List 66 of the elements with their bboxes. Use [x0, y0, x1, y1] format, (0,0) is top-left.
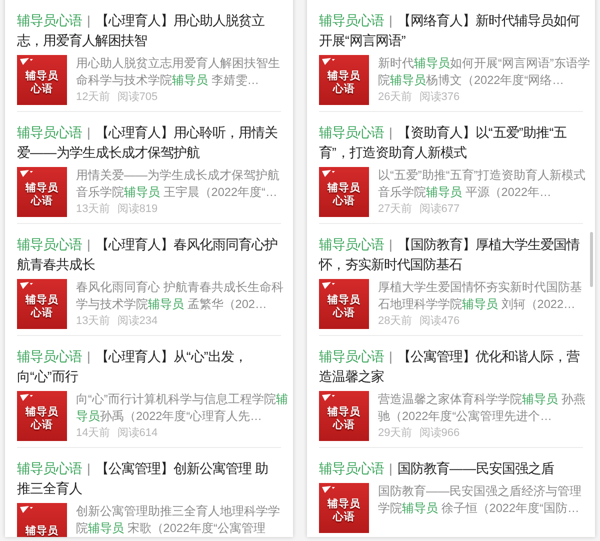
paper-plane-icon — [322, 394, 335, 402]
publish-time: 29天前 — [378, 426, 412, 440]
article-heading[interactable]: 辅导员心语 | 【公寓管理】创新公寓管理 助推三全育人 — [17, 459, 281, 499]
paper-plane-icon — [20, 506, 33, 514]
cover-text: 辅导员 — [26, 182, 58, 194]
publish-time: 14天前 — [76, 426, 110, 440]
cover-text: 辅导员 — [328, 70, 360, 82]
cover-text: 辅导员 — [328, 406, 360, 418]
article-summary: 国防教育——民安国强之盾经济与管理学院辅导员 徐子恒（2022年度“国防… — [378, 483, 583, 516]
article-summary: 用心助人脱贫立志用爱育人解困扶智生命科学与技术学院辅导员 李婧雯… — [76, 55, 281, 88]
article-summary: 用情关爱——为学生成长成才保驾护航音乐学院辅导员 王宇晨（2022年度“… — [76, 167, 281, 200]
cover-text: 心语 — [333, 83, 355, 96]
cover-text: 心语 — [333, 419, 355, 432]
cover-text: 心语 — [31, 83, 53, 96]
cover-text: 辅导员 — [26, 524, 58, 537]
paper-plane-icon — [322, 58, 335, 66]
read-count: 阅读376 — [419, 90, 460, 104]
paper-plane-icon — [20, 170, 33, 178]
publish-time: 26天前 — [378, 90, 412, 104]
article-heading[interactable]: 辅导员心语 | 【网络育人】新时代辅导员如何开展“网言网语” — [319, 11, 583, 51]
publish-time: 27天前 — [378, 202, 412, 216]
read-count: 阅读819 — [117, 202, 158, 216]
publish-time: 12天前 — [76, 90, 110, 104]
article-summary: 向“心”而行计算机科学与信息工程学院辅导员孙禹（2022年度“心理育人先… — [76, 391, 288, 424]
cover-text: 辅导员 — [26, 70, 58, 82]
read-count: 阅读234 — [117, 314, 158, 328]
read-count: 阅读966 — [419, 426, 460, 440]
read-count: 阅读614 — [117, 426, 158, 440]
article-summary: 春风化雨同育心 护航青春共成长生命科学与技术学院辅导员 孟繁华（202… — [76, 279, 284, 312]
cover-text: 辅导员 — [328, 294, 360, 306]
article-heading[interactable]: 辅导员心语 | 【国防教育】厚植大学生爱国情怀，夯实新时代国防基石 — [319, 235, 583, 275]
read-count: 阅读476 — [419, 314, 460, 328]
article-summary: 厚植大学生爱国情怀夯实新时代国防基石地理科学学院辅导员 刘轲（2022… — [378, 279, 583, 312]
article-summary: 营造温馨之家体育科学学院辅导员 孙燕驰（2022年度“公寓管理先进个… — [378, 391, 586, 424]
paper-plane-icon — [20, 282, 33, 290]
article-heading[interactable]: 辅导员心语 | 【公寓管理】优化和谐人际，营造温馨之家 — [319, 347, 583, 387]
cover-text: 辅导员 — [26, 406, 58, 418]
cover-text: 心语 — [31, 195, 53, 208]
article-heading[interactable]: 辅导员心语 | 【资助育人】以“五爱”助推“五育”，打造资助育人新模式 — [319, 123, 583, 163]
read-count: 阅读705 — [117, 90, 158, 104]
cover-text: 心语 — [333, 307, 355, 320]
cover-text: 心语 — [31, 307, 53, 320]
cover-text: 辅导员 — [26, 294, 58, 306]
read-count: 阅读677 — [419, 202, 460, 216]
article-summary: 以“五爱”助推“五育”打造资助育人新模式音乐学院辅导员 平源（2022年… — [378, 167, 587, 200]
article-heading[interactable]: 辅导员心语 | 【心理育人】春风化雨同育心护航青春共成长 — [17, 235, 281, 275]
cover-text: 心语 — [333, 195, 355, 208]
paper-plane-icon — [322, 282, 335, 290]
scrollbar[interactable] — [590, 232, 593, 287]
publish-time: 13天前 — [76, 314, 110, 328]
article-heading[interactable]: 辅导员心语 | 【心理育人】从“心”出发，向“心”而行 — [17, 347, 281, 387]
article-summary: 新时代辅导员如何开展“网言网语”东语学院辅导员杨博文（2022年度“网络… — [378, 55, 590, 88]
article-heading[interactable]: 辅导员心语 | 国防教育——民安国强之盾 — [319, 459, 583, 479]
cover-text: 辅导员 — [328, 182, 360, 194]
paper-plane-icon — [20, 58, 33, 66]
article-heading[interactable]: 辅导员心语 | 【心理育人】用心聆听，用情关爱——为学生成长成才保驾护航 — [17, 123, 281, 163]
article-summary: 创新公寓管理助推三全育人地理科学学院辅导员 宋歌（2022年度“公寓管理 — [76, 503, 281, 536]
article-heading[interactable]: 辅导员心语 | 【心理育人】用心助人脱贫立志，用爱育人解困扶智 — [17, 11, 281, 51]
paper-plane-icon — [322, 486, 335, 494]
publish-time: 28天前 — [378, 314, 412, 328]
cover-text: 辅导员 — [328, 498, 360, 510]
paper-plane-icon — [322, 170, 335, 178]
cover-text: 心语 — [31, 419, 53, 432]
paper-plane-icon — [20, 394, 33, 402]
publish-time: 13天前 — [76, 202, 110, 216]
cover-text: 心语 — [333, 511, 355, 524]
